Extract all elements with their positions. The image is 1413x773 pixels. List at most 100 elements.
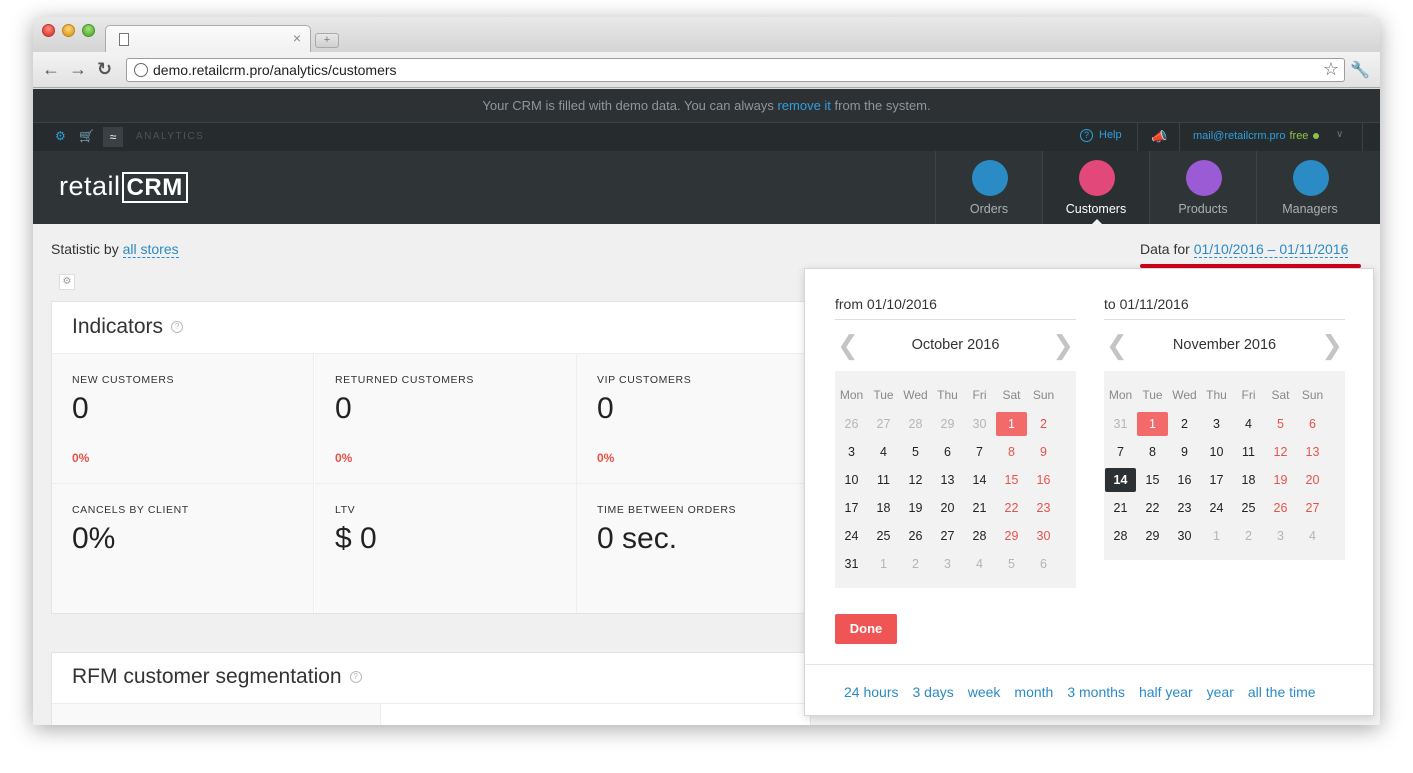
- chevron-left-icon[interactable]: ❮: [1106, 320, 1128, 371]
- day-cell[interactable]: 12: [900, 466, 931, 494]
- day-cell[interactable]: 21: [964, 494, 995, 522]
- day-cell[interactable]: 23: [1169, 494, 1200, 522]
- wrench-icon[interactable]: 🔧: [1350, 60, 1370, 80]
- day-cell[interactable]: 1: [996, 412, 1027, 436]
- day-cell[interactable]: 25: [1233, 494, 1264, 522]
- day-cell[interactable]: 27: [1297, 494, 1328, 522]
- quick-range-link[interactable]: month: [1014, 684, 1053, 700]
- day-cell[interactable]: 11: [868, 466, 899, 494]
- day-cell[interactable]: 31: [836, 550, 867, 578]
- day-cell[interactable]: 20: [1297, 466, 1328, 494]
- day-cell[interactable]: 7: [964, 438, 995, 466]
- day-cell[interactable]: 19: [900, 494, 931, 522]
- day-cell[interactable]: 24: [836, 522, 867, 550]
- logo[interactable]: retail CRM: [59, 171, 188, 203]
- day-cell[interactable]: 28: [1105, 522, 1136, 550]
- day-cell[interactable]: 26: [1265, 494, 1296, 522]
- day-cell[interactable]: 10: [1201, 438, 1232, 466]
- tab-close-icon[interactable]: ×: [293, 30, 301, 46]
- done-button[interactable]: Done: [835, 614, 897, 644]
- day-cell[interactable]: 12: [1265, 438, 1296, 466]
- stores-link[interactable]: all stores: [122, 241, 179, 258]
- day-cell[interactable]: 6: [1028, 550, 1059, 578]
- day-cell[interactable]: 9: [1028, 438, 1059, 466]
- day-cell[interactable]: 30: [964, 410, 995, 438]
- nav-customers[interactable]: Customers: [1042, 151, 1149, 225]
- day-cell[interactable]: 17: [836, 494, 867, 522]
- back-icon[interactable]: ←: [42, 60, 60, 78]
- reload-icon[interactable]: ↻: [97, 60, 112, 78]
- day-cell[interactable]: 11: [1233, 438, 1264, 466]
- nav-products[interactable]: Products: [1149, 151, 1256, 224]
- date-range-link[interactable]: 01/10/2016 – 01/11/2016: [1193, 241, 1349, 258]
- day-cell[interactable]: 29: [1137, 522, 1168, 550]
- day-cell[interactable]: 2: [1233, 522, 1264, 550]
- forward-icon[interactable]: →: [69, 60, 87, 78]
- chevron-left-icon[interactable]: ❮: [837, 320, 859, 371]
- day-cell[interactable]: 16: [1169, 466, 1200, 494]
- day-cell[interactable]: 13: [932, 466, 963, 494]
- quick-range-link[interactable]: half year: [1139, 684, 1193, 700]
- day-cell[interactable]: 30: [1028, 522, 1059, 550]
- quick-range-link[interactable]: 24 hours: [844, 684, 898, 700]
- quick-range-link[interactable]: all the time: [1248, 684, 1316, 700]
- day-cell[interactable]: 4: [1233, 410, 1264, 438]
- day-cell[interactable]: 21: [1105, 494, 1136, 522]
- day-cell[interactable]: 9: [1169, 438, 1200, 466]
- megaphone-icon[interactable]: 📣: [1151, 129, 1167, 145]
- day-cell[interactable]: 26: [836, 410, 867, 438]
- question-icon[interactable]: ?: [349, 671, 362, 684]
- day-cell[interactable]: 27: [932, 522, 963, 550]
- day-cell[interactable]: 22: [1137, 494, 1168, 522]
- day-cell[interactable]: 3: [1265, 522, 1296, 550]
- day-cell[interactable]: 6: [932, 438, 963, 466]
- day-cell[interactable]: 2: [1028, 410, 1059, 438]
- day-cell[interactable]: 4: [964, 550, 995, 578]
- day-cell[interactable]: 14: [1105, 468, 1136, 492]
- day-cell[interactable]: 13: [1297, 438, 1328, 466]
- day-cell[interactable]: 3: [836, 438, 867, 466]
- day-cell[interactable]: 28: [900, 410, 931, 438]
- day-cell[interactable]: 6: [1297, 410, 1328, 438]
- day-cell[interactable]: 15: [1137, 466, 1168, 494]
- address-bar[interactable]: demo.retailcrm.pro/analytics/customers ☆: [126, 58, 1345, 82]
- quick-range-link[interactable]: year: [1207, 684, 1234, 700]
- chevron-right-icon[interactable]: ❯: [1052, 320, 1074, 371]
- minimize-window-button[interactable]: [62, 24, 75, 37]
- day-cell[interactable]: 3: [1201, 410, 1232, 438]
- quick-range-link[interactable]: week: [968, 684, 1001, 700]
- day-cell[interactable]: 2: [900, 550, 931, 578]
- day-cell[interactable]: 29: [932, 410, 963, 438]
- day-cell[interactable]: 17: [1201, 466, 1232, 494]
- day-cell[interactable]: 2: [1169, 410, 1200, 438]
- day-cell[interactable]: 7: [1105, 438, 1136, 466]
- nav-managers[interactable]: Managers: [1256, 151, 1363, 224]
- quick-range-link[interactable]: 3 months: [1067, 684, 1125, 700]
- cart-icon[interactable]: 🛒: [79, 129, 94, 143]
- day-cell[interactable]: 5: [1265, 410, 1296, 438]
- from-field[interactable]: from 01/10/2016: [835, 296, 1076, 320]
- analytics-icon[interactable]: ≈: [103, 127, 123, 147]
- day-cell[interactable]: 26: [900, 522, 931, 550]
- question-icon[interactable]: ?: [171, 321, 184, 334]
- day-cell[interactable]: 29: [996, 522, 1027, 550]
- day-cell[interactable]: 16: [1028, 466, 1059, 494]
- close-window-button[interactable]: [42, 24, 55, 37]
- day-cell[interactable]: 23: [1028, 494, 1059, 522]
- day-cell[interactable]: 14: [964, 466, 995, 494]
- day-cell[interactable]: 15: [996, 466, 1027, 494]
- browser-tab[interactable]: ×: [105, 25, 311, 52]
- day-cell[interactable]: 8: [996, 438, 1027, 466]
- day-cell[interactable]: 3: [932, 550, 963, 578]
- day-cell[interactable]: 1: [868, 550, 899, 578]
- nav-orders[interactable]: Orders: [935, 151, 1042, 224]
- day-cell[interactable]: 1: [1137, 412, 1168, 436]
- day-cell[interactable]: 4: [868, 438, 899, 466]
- settings-gear-icon[interactable]: ⚙: [59, 274, 75, 290]
- day-cell[interactable]: 28: [964, 522, 995, 550]
- day-cell[interactable]: 10: [836, 466, 867, 494]
- remove-demo-link[interactable]: remove it: [777, 98, 830, 113]
- maximize-window-button[interactable]: [82, 24, 95, 37]
- day-cell[interactable]: 8: [1137, 438, 1168, 466]
- day-cell[interactable]: 19: [1265, 466, 1296, 494]
